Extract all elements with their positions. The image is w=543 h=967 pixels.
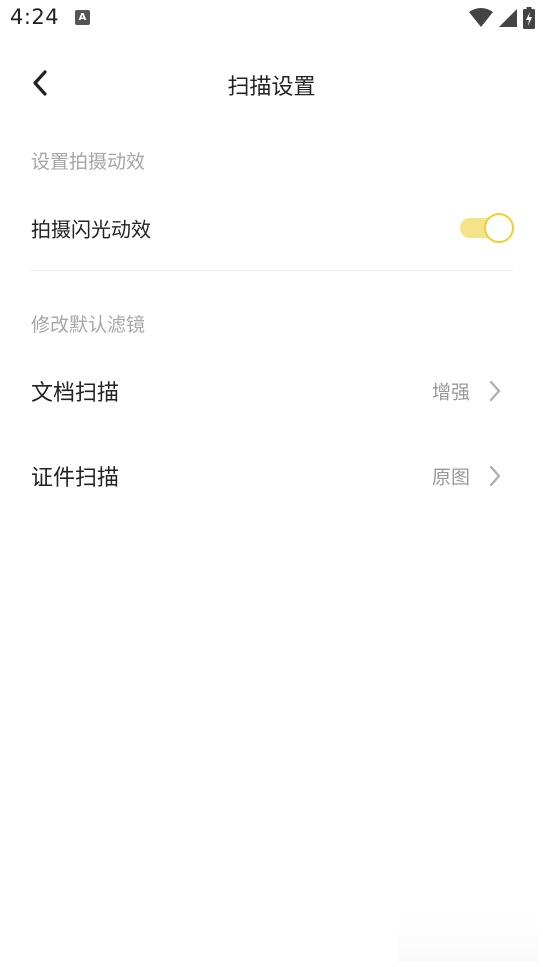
page-title: 扫描设置 <box>227 75 316 100</box>
section-label-filters: 修改默认滤镜 <box>31 314 146 336</box>
section-divider <box>31 270 514 271</box>
document-scan-label: 文档扫描 <box>31 381 120 406</box>
chevron-right-icon <box>488 380 502 402</box>
status-icons <box>469 7 535 29</box>
chevron-right-icon <box>488 465 502 487</box>
flash-animation-row: 拍摄闪光动效 <box>31 198 514 258</box>
wifi-icon <box>469 8 493 28</box>
header: 扫描设置 <box>0 55 543 115</box>
toggle-thumb <box>484 213 514 243</box>
signal-icon <box>499 9 517 27</box>
flash-animation-label: 拍摄闪光动效 <box>31 217 151 242</box>
app-notification-icon: A <box>75 10 90 25</box>
id-scan-row[interactable]: 证件扫描 原图 <box>31 446 514 506</box>
status-time: 4:24 <box>10 5 60 29</box>
section-label-animation: 设置拍摄动效 <box>31 151 146 173</box>
battery-icon <box>523 7 535 29</box>
id-scan-value: 原图 <box>431 466 470 489</box>
id-scan-label: 证件扫描 <box>31 466 120 491</box>
flash-animation-toggle[interactable] <box>458 213 514 243</box>
status-bar: 4:24 A <box>0 0 543 38</box>
background-gradient <box>398 912 538 962</box>
document-scan-value: 增强 <box>431 381 470 404</box>
document-scan-row[interactable]: 文档扫描 增强 <box>31 361 514 421</box>
